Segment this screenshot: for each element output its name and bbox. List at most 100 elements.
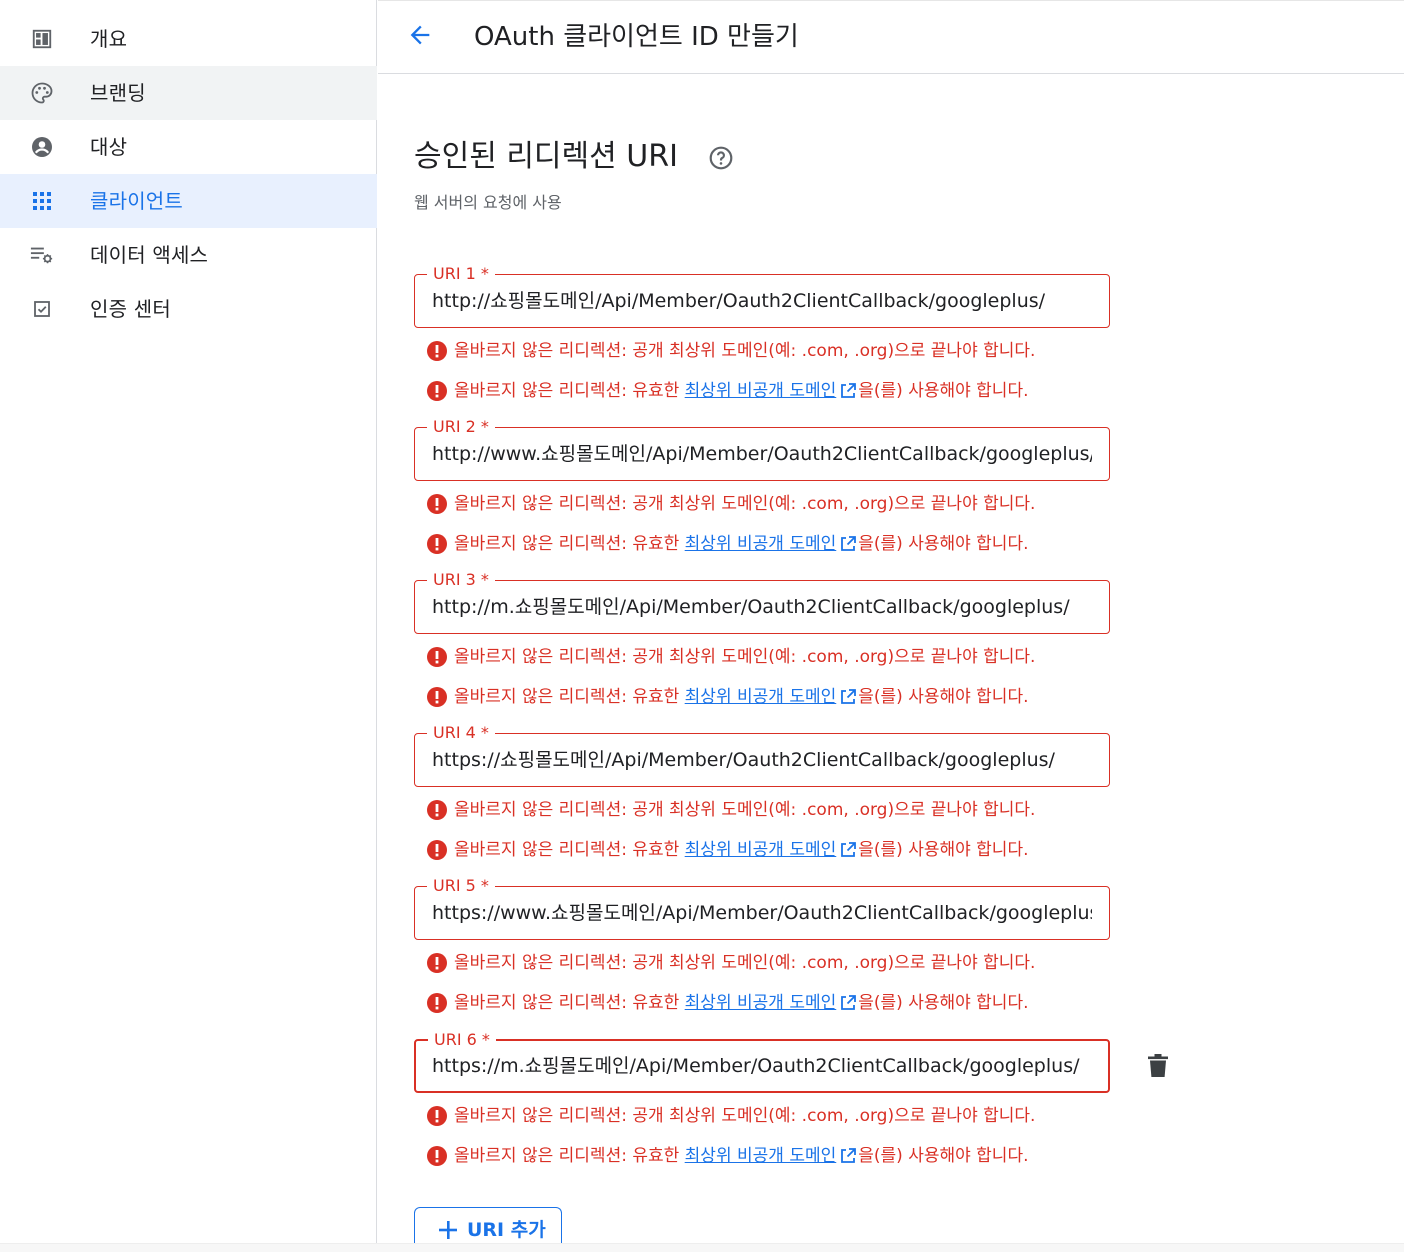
error-icon [426, 799, 448, 821]
private-domain-link[interactable]: 최상위 비공개 도메인 [685, 1144, 837, 1168]
uri-field[interactable]: URI 6 * https://m.쇼핑몰도메인/Api/Member/Oauth… [414, 1029, 1110, 1093]
back-button[interactable] [402, 19, 438, 55]
sidebar-item-clients[interactable]: 클라이언트 [0, 174, 377, 228]
section-subtitle: 웹 서버의 요청에 사용 [414, 193, 562, 212]
sidebar-item-label: 브랜딩 [90, 81, 146, 105]
uri-field-label: URI 1 * [427, 263, 495, 285]
sidebar-item-label: 개요 [90, 27, 128, 51]
open-in-new-icon [839, 535, 857, 553]
error-icon [426, 1105, 448, 1127]
error-text-suffix: 을(를) 사용해야 합니다. [858, 1146, 1029, 1166]
uri-input[interactable]: https://쇼핑몰도메인/Api/Member/Oauth2ClientCa… [432, 746, 1092, 774]
delete-uri-button[interactable] [1140, 1050, 1176, 1086]
uri-entry: URI 1 * http://쇼핑몰도메인/Api/Member/Oauth2Cl… [414, 263, 1194, 416]
private-domain-error-message: 올바르지 않은 리디렉션: 유효한 최상위 비공개 도메인 을(를) 사용해야 합… [426, 1143, 1029, 1169]
error-icon [426, 839, 448, 861]
private-domain-link[interactable]: 최상위 비공개 도메인 [685, 685, 837, 709]
uri-field[interactable]: URI 2 * http://www.쇼핑몰도메인/Api/Member/Oaut… [414, 416, 1110, 481]
error-text: 올바르지 않은 리디렉션: 공개 최상위 도메인(예: .com, .org)으… [454, 494, 1036, 514]
open-in-new-icon [839, 841, 857, 859]
error-text: 올바르지 않은 리디렉션: 유효한 [454, 840, 685, 860]
open-in-new-icon [839, 994, 857, 1012]
uri-field[interactable]: URI 4 * https://쇼핑몰도메인/Api/Member/Oauth2C… [414, 722, 1110, 787]
sidebar-item-audience[interactable]: 대상 [0, 120, 377, 174]
tld-error-message: 올바르지 않은 리디렉션: 공개 최상위 도메인(예: .com, .org)으… [426, 338, 1035, 364]
error-text-suffix: 을(를) 사용해야 합니다. [858, 993, 1029, 1013]
tld-error-message: 올바르지 않은 리디렉션: 공개 최상위 도메인(예: .com, .org)으… [426, 797, 1035, 823]
uri-field[interactable]: URI 1 * http://쇼핑몰도메인/Api/Member/Oauth2Cl… [414, 263, 1110, 328]
uri-entry: URI 5 * https://www.쇼핑몰도메인/Api/Member/Oau… [414, 875, 1194, 1028]
uri-field-label: URI 5 * [427, 875, 495, 897]
error-icon [426, 952, 448, 974]
error-icon [426, 380, 448, 402]
sidebar-item-verification-center[interactable]: 인증 센터 [0, 282, 377, 336]
private-domain-error-message: 올바르지 않은 리디렉션: 유효한 최상위 비공개 도메인 을(를) 사용해야 합… [426, 684, 1029, 710]
uri-field[interactable]: URI 5 * https://www.쇼핑몰도메인/Api/Member/Oau… [414, 875, 1110, 940]
tld-error-message: 올바르지 않은 리디렉션: 공개 최상위 도메인(예: .com, .org)으… [426, 491, 1035, 517]
private-domain-error-message: 올바르지 않은 리디렉션: 유효한 최상위 비공개 도메인 을(를) 사용해야 합… [426, 990, 1029, 1016]
error-icon [426, 646, 448, 668]
uri-input[interactable]: https://www.쇼핑몰도메인/Api/Member/Oauth2Clie… [432, 899, 1092, 927]
add-uri-label: URI 추가 [467, 1218, 546, 1241]
private-domain-error-message: 올바르지 않은 리디렉션: 유효한 최상위 비공개 도메인 을(를) 사용해야 합… [426, 378, 1029, 404]
private-domain-link[interactable]: 최상위 비공개 도메인 [685, 991, 837, 1015]
error-text: 올바르지 않은 리디렉션: 유효한 [454, 687, 685, 707]
bottom-edge [0, 1243, 1404, 1252]
tld-error-message: 올바르지 않은 리디렉션: 공개 최상위 도메인(예: .com, .org)으… [426, 950, 1035, 976]
uri-input[interactable]: http://쇼핑몰도메인/Api/Member/Oauth2ClientCal… [432, 287, 1092, 315]
error-text-suffix: 을(를) 사용해야 합니다. [858, 840, 1029, 860]
error-text: 올바르지 않은 리디렉션: 공개 최상위 도메인(예: .com, .org)으… [454, 953, 1036, 973]
apps-grid-icon [30, 189, 54, 213]
page-title: OAuth 클라이언트 ID 만들기 [474, 22, 799, 52]
uri-entry: URI 3 * http://m.쇼핑몰도메인/Api/Member/Oauth2… [414, 569, 1194, 722]
open-in-new-icon [839, 1147, 857, 1165]
uri-entry: URI 4 * https://쇼핑몰도메인/Api/Member/Oauth2C… [414, 722, 1194, 875]
arrow-back-icon [406, 21, 434, 53]
error-icon [426, 686, 448, 708]
sidebar-item-label: 대상 [90, 135, 128, 159]
dashboard-icon [30, 27, 54, 51]
error-text: 올바르지 않은 리디렉션: 공개 최상위 도메인(예: .com, .org)으… [454, 341, 1036, 361]
open-in-new-icon [839, 382, 857, 400]
uri-input[interactable]: http://www.쇼핑몰도메인/Api/Member/Oauth2Clien… [432, 440, 1092, 468]
sidebar-item-data-access[interactable]: 데이터 액세스 [0, 228, 377, 282]
uri-field-label: URI 6 * [428, 1029, 496, 1051]
uri-input[interactable]: https://m.쇼핑몰도메인/Api/Member/Oauth2Client… [432, 1052, 1092, 1080]
sidebar-item-overview[interactable]: 개요 [0, 12, 377, 66]
trash-icon [1147, 1054, 1169, 1082]
error-text-suffix: 을(를) 사용해야 합니다. [858, 381, 1029, 401]
account-circle-icon [30, 135, 54, 159]
left-sidebar: 개요 브랜딩 대상 클라이언트 데이터 액세스 인증 센터 [0, 0, 377, 1252]
error-icon [426, 1145, 448, 1167]
help-icon[interactable] [708, 145, 734, 171]
tld-error-message: 올바르지 않은 리디렉션: 공개 최상위 도메인(예: .com, .org)으… [426, 644, 1035, 670]
error-text: 올바르지 않은 리디렉션: 유효한 [454, 534, 685, 554]
palette-icon [30, 81, 54, 105]
sidebar-item-label: 인증 센터 [90, 297, 171, 321]
uri-field-label: URI 2 * [427, 416, 495, 438]
error-text: 올바르지 않은 리디렉션: 유효한 [454, 381, 685, 401]
uri-input[interactable]: http://m.쇼핑몰도메인/Api/Member/Oauth2ClientC… [432, 593, 1092, 621]
uri-entry: URI 2 * http://www.쇼핑몰도메인/Api/Member/Oaut… [414, 416, 1194, 569]
uri-field[interactable]: URI 3 * http://m.쇼핑몰도메인/Api/Member/Oauth2… [414, 569, 1110, 634]
error-text: 올바르지 않은 리디렉션: 공개 최상위 도메인(예: .com, .org)으… [454, 647, 1036, 667]
open-in-new-icon [839, 688, 857, 706]
error-text-suffix: 을(를) 사용해야 합니다. [858, 534, 1029, 554]
page-header: OAuth 클라이언트 ID 만들기 [378, 0, 1404, 74]
private-domain-error-message: 올바르지 않은 리디렉션: 유효한 최상위 비공개 도메인 을(를) 사용해야 합… [426, 837, 1029, 863]
private-domain-link[interactable]: 최상위 비공개 도메인 [685, 838, 837, 862]
sidebar-item-branding[interactable]: 브랜딩 [0, 66, 377, 120]
sidebar-item-label: 클라이언트 [90, 189, 183, 213]
error-text: 올바르지 않은 리디렉션: 공개 최상위 도메인(예: .com, .org)으… [454, 1106, 1036, 1126]
tld-error-message: 올바르지 않은 리디렉션: 공개 최상위 도메인(예: .com, .org)으… [426, 1103, 1035, 1129]
error-icon [426, 493, 448, 515]
plus-icon [437, 1219, 459, 1241]
uri-field-label: URI 4 * [427, 722, 495, 744]
list-settings-icon [30, 243, 54, 267]
checkbox-icon [30, 297, 54, 321]
error-text-suffix: 을(를) 사용해야 합니다. [858, 687, 1029, 707]
error-icon [426, 340, 448, 362]
private-domain-link[interactable]: 최상위 비공개 도메인 [685, 532, 837, 556]
error-text: 올바르지 않은 리디렉션: 공개 최상위 도메인(예: .com, .org)으… [454, 800, 1036, 820]
private-domain-link[interactable]: 최상위 비공개 도메인 [685, 379, 837, 403]
